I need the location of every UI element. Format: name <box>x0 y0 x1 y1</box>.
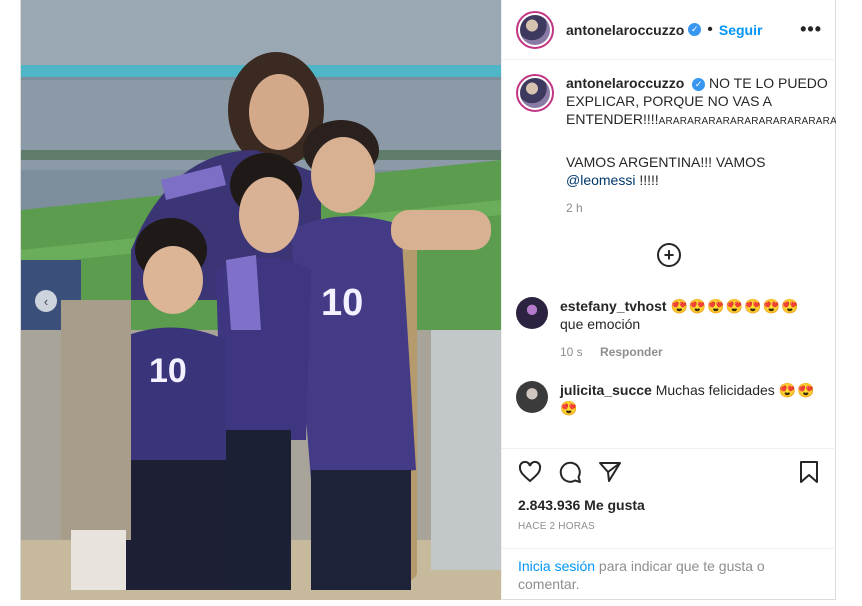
load-more-comments[interactable]: + <box>516 243 822 267</box>
header-separator: • <box>707 20 713 38</box>
comment-meta: 10 s Responder <box>560 343 800 361</box>
comment-text: Muchas felicidades <box>655 382 775 398</box>
svg-text:10: 10 <box>321 282 363 324</box>
commenter-avatar[interactable] <box>516 381 548 413</box>
comment-time[interactable]: 10 s <box>560 345 583 359</box>
comment: estefany_tvhost 😍😍😍😍😍😍😍 que emoción 10 s… <box>516 297 822 361</box>
post-timestamp[interactable]: HACE 2 HORAS <box>502 521 836 532</box>
verified-icon: ✓ <box>688 23 702 36</box>
caption-meta: 2 h <box>566 199 836 217</box>
post-footer: 2.843.936 Me gusta HACE 2 HORAS Inicia s… <box>502 448 836 600</box>
post-header: antonelaroccuzzo ✓ • Seguir ••• <box>502 0 836 60</box>
caption-line2: VAMOS ARGENTINA!!! VAMOS <box>566 154 766 170</box>
mention-link[interactable]: @leomessi <box>566 172 635 188</box>
previous-photo-button[interactable]: ‹ <box>35 290 57 312</box>
caption: antonelaroccuzzo ✓ NO TE LO PUEDO EXPLIC… <box>516 74 836 217</box>
caption-text: antonelaroccuzzo ✓ NO TE LO PUEDO EXPLIC… <box>566 74 836 217</box>
verified-icon: ✓ <box>692 77 706 91</box>
reply-button[interactable]: Responder <box>600 345 663 359</box>
comment-icon[interactable] <box>558 460 582 484</box>
author-avatar[interactable] <box>516 10 554 49</box>
author-username[interactable]: antonelaroccuzzo <box>566 22 684 38</box>
svg-text:10: 10 <box>149 352 187 390</box>
like-count[interactable]: 2.843.936 Me gusta <box>502 497 836 513</box>
comment-emoji: 😍😍😍😍😍😍😍 <box>670 298 800 314</box>
login-prompt: Inicia sesión para indicar que te gusta … <box>502 548 836 600</box>
comment-username[interactable]: julicita_succe <box>560 382 652 398</box>
caption-line1-small: ARARARARARARARARARARARARARARAR <box>658 116 836 127</box>
post-sidebar: antonelaroccuzzo ✓ • Seguir ••• antonela… <box>501 0 836 600</box>
heart-icon[interactable] <box>518 460 542 484</box>
instagram-post: 10 10 ‹ antonelaroccuzzo ✓ • Seguir ••• … <box>20 0 836 600</box>
post-photo[interactable]: 10 10 ‹ <box>21 0 501 600</box>
comment-text: que emoción <box>560 316 641 332</box>
comment: julicita_succe Muchas felicidades 😍😍😍 <box>516 381 822 417</box>
caption-time[interactable]: 2 h <box>566 201 583 215</box>
more-options-icon[interactable]: ••• <box>800 19 822 40</box>
follow-button[interactable]: Seguir <box>719 22 763 38</box>
commenter-avatar[interactable] <box>516 297 548 329</box>
action-bar <box>502 449 836 495</box>
share-icon[interactable] <box>598 460 622 484</box>
bookmark-icon[interactable] <box>798 460 820 484</box>
comments-section: antonelaroccuzzo ✓ NO TE LO PUEDO EXPLIC… <box>502 60 836 448</box>
caption-line2-end: !!!!! <box>635 172 659 188</box>
caption-username[interactable]: antonelaroccuzzo <box>566 75 684 91</box>
comment-username[interactable]: estefany_tvhost <box>560 298 667 314</box>
plus-circle-icon[interactable]: + <box>657 243 681 267</box>
login-link[interactable]: Inicia sesión <box>518 558 595 574</box>
stadium-family-photo: 10 10 <box>21 0 501 600</box>
caption-avatar[interactable] <box>516 74 554 112</box>
